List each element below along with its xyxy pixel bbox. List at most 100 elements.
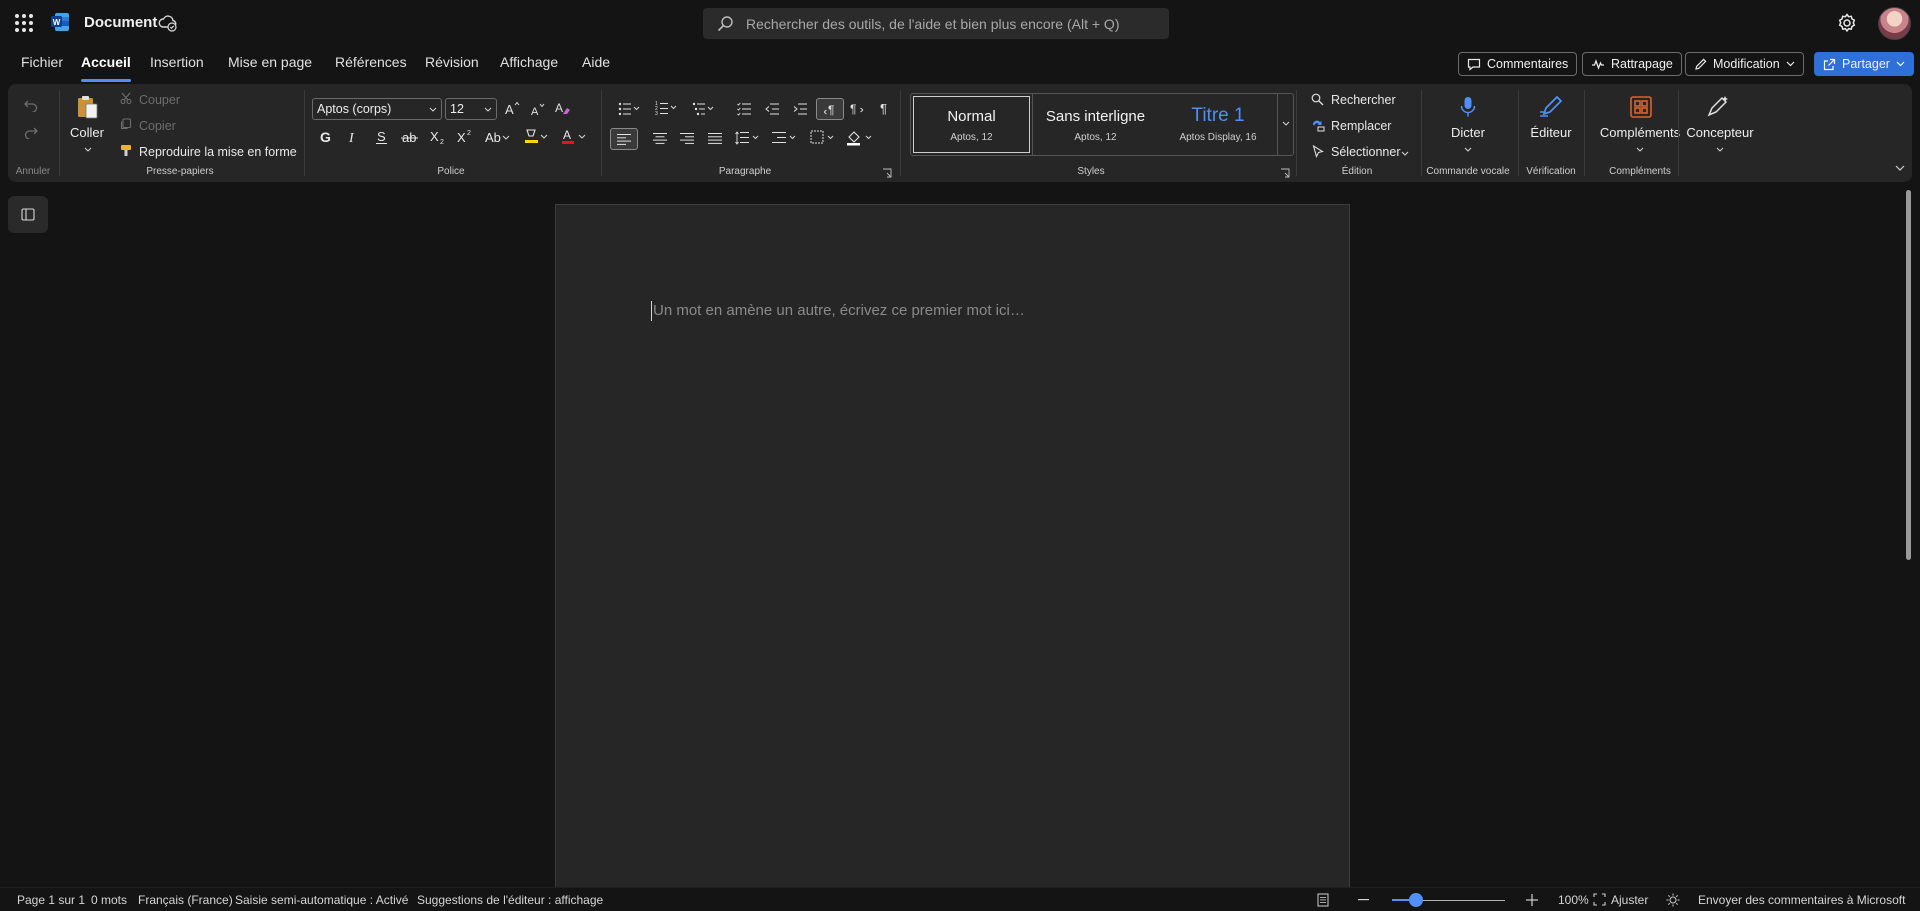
- navigation-pane-button[interactable]: [8, 196, 48, 233]
- dictate-label[interactable]: Dicter: [1451, 125, 1485, 140]
- editor-label[interactable]: Éditeur: [1530, 125, 1571, 140]
- zoom-out-icon[interactable]: [1358, 899, 1369, 901]
- increase-indent-icon[interactable]: [793, 102, 808, 116]
- tab-accueil[interactable]: Accueil: [81, 54, 131, 82]
- redo-icon[interactable]: [24, 126, 38, 139]
- chevron-down-icon[interactable]: [1401, 151, 1409, 156]
- styles-more-button[interactable]: [1277, 93, 1293, 156]
- copy-icon[interactable]: [120, 118, 132, 130]
- strikethrough-icon[interactable]: ab: [401, 129, 419, 145]
- rtl-paragraph-icon[interactable]: ¶: [850, 101, 864, 115]
- tab-aide[interactable]: Aide: [582, 54, 610, 70]
- paste-icon[interactable]: [76, 94, 100, 120]
- feedback-link[interactable]: Envoyer des commentaires à Microsoft: [1698, 893, 1905, 907]
- styles-dialog-launcher-icon[interactable]: [1280, 168, 1290, 178]
- catchup-button[interactable]: Rattrapage: [1582, 52, 1682, 76]
- document-page[interactable]: Un mot en amène un autre, écrivez ce pre…: [555, 204, 1350, 904]
- cloud-saved-icon[interactable]: [158, 14, 178, 32]
- subscript-icon[interactable]: X2: [429, 129, 447, 145]
- underline-icon[interactable]: S: [375, 129, 389, 145]
- checklist-icon[interactable]: [737, 102, 752, 116]
- document-name[interactable]: Document: [84, 14, 157, 31]
- tab-mise-en-page[interactable]: Mise en page: [228, 54, 312, 70]
- borders-icon[interactable]: [810, 130, 836, 145]
- fit-label[interactable]: Ajuster: [1611, 893, 1648, 907]
- designer-icon[interactable]: [1706, 94, 1730, 118]
- comments-button[interactable]: Commentaires: [1458, 52, 1578, 76]
- superscript-icon[interactable]: X2: [456, 129, 474, 145]
- chevron-down-icon[interactable]: [1464, 147, 1472, 152]
- add-ins-icon[interactable]: [1630, 96, 1652, 118]
- zoom-in-icon[interactable]: [1526, 894, 1538, 906]
- vertical-scrollbar[interactable]: [1906, 190, 1911, 560]
- font-color-icon[interactable]: A: [561, 128, 587, 146]
- cut-label[interactable]: Couper: [139, 93, 180, 107]
- document-placeholder[interactable]: Un mot en amène un autre, écrivez ce pre…: [653, 302, 1025, 319]
- tab-references[interactable]: Références: [335, 54, 407, 70]
- word-count[interactable]: 0 mots: [91, 893, 127, 907]
- paragraph-dialog-launcher-icon[interactable]: [882, 168, 892, 178]
- style-heading-1[interactable]: Titre 1 Aptos Display, 16: [1159, 94, 1277, 155]
- numbering-icon[interactable]: 123: [655, 101, 677, 116]
- microphone-icon[interactable]: [1460, 96, 1476, 118]
- find-label[interactable]: Rechercher: [1331, 93, 1396, 107]
- undo-icon[interactable]: [24, 99, 38, 112]
- fit-icon[interactable]: [1593, 893, 1606, 906]
- find-icon[interactable]: [1311, 93, 1324, 106]
- designer-label[interactable]: Concepteur: [1686, 125, 1753, 140]
- language-status[interactable]: Français (France): [138, 893, 233, 907]
- shrink-font-icon[interactable]: A: [530, 102, 546, 117]
- italic-icon[interactable]: I: [347, 129, 361, 145]
- editing-mode-button[interactable]: Modification: [1685, 52, 1804, 76]
- user-avatar[interactable]: [1878, 7, 1911, 40]
- select-arrow-icon[interactable]: [1312, 145, 1324, 158]
- format-painter-label[interactable]: Reproduire la mise en forme: [139, 145, 297, 159]
- chevron-down-icon[interactable]: [84, 147, 92, 152]
- chevron-down-icon[interactable]: [1636, 147, 1644, 152]
- zoom-level[interactable]: 100%: [1558, 893, 1589, 907]
- font-name-select[interactable]: Aptos (corps): [312, 98, 442, 120]
- style-normal[interactable]: Normal Aptos, 12: [911, 94, 1032, 155]
- editor-pen-icon[interactable]: [1538, 94, 1564, 118]
- tab-revision[interactable]: Révision: [425, 54, 479, 70]
- bullets-icon[interactable]: [618, 102, 640, 116]
- line-spacing-icon[interactable]: [735, 131, 761, 145]
- tab-insertion[interactable]: Insertion: [150, 54, 204, 70]
- format-painter-icon[interactable]: [120, 144, 132, 157]
- search-box[interactable]: Rechercher des outils, de l'aide et bien…: [703, 8, 1169, 39]
- share-button[interactable]: Partager: [1814, 52, 1914, 76]
- add-ins-label[interactable]: Compléments: [1600, 125, 1680, 140]
- align-right-icon[interactable]: [680, 133, 694, 144]
- app-launcher-icon[interactable]: [13, 12, 35, 34]
- font-size-select[interactable]: 12: [445, 98, 497, 120]
- collapse-ribbon-chevron-icon[interactable]: [1895, 165, 1905, 171]
- multilevel-list-icon[interactable]: [692, 102, 714, 116]
- shading-icon[interactable]: [846, 129, 874, 146]
- style-no-spacing[interactable]: Sans interligne Aptos, 12: [1032, 94, 1158, 155]
- tab-fichier[interactable]: Fichier: [21, 54, 63, 70]
- align-left-button[interactable]: [610, 128, 638, 150]
- chevron-down-icon[interactable]: [1716, 147, 1724, 152]
- justify-icon[interactable]: [708, 133, 722, 144]
- decrease-indent-icon[interactable]: [765, 102, 780, 116]
- brightness-icon[interactable]: [1666, 893, 1680, 907]
- align-center-icon[interactable]: [653, 133, 667, 144]
- clear-formatting-icon[interactable]: A: [554, 100, 571, 116]
- grow-font-icon[interactable]: A: [504, 100, 520, 116]
- change-case-icon[interactable]: Ab: [485, 129, 511, 145]
- print-layout-icon[interactable]: [1317, 893, 1329, 907]
- cut-icon[interactable]: [120, 92, 132, 104]
- replace-icon[interactable]: [1311, 119, 1325, 132]
- show-paragraph-marks-icon[interactable]: ¶: [879, 101, 891, 115]
- zoom-slider-thumb[interactable]: [1409, 893, 1423, 907]
- paragraph-spacing-icon[interactable]: [772, 131, 798, 145]
- page-count[interactable]: Page 1 sur 1: [17, 893, 85, 907]
- copy-label[interactable]: Copier: [139, 119, 176, 133]
- settings-gear-icon[interactable]: [1837, 13, 1857, 33]
- tab-affichage[interactable]: Affichage: [500, 54, 558, 70]
- bold-icon[interactable]: G: [319, 129, 333, 145]
- highlight-color-icon[interactable]: [523, 128, 549, 146]
- select-label[interactable]: Sélectionner: [1331, 145, 1401, 159]
- ltr-paragraph-button[interactable]: ¶: [816, 98, 844, 120]
- replace-label[interactable]: Remplacer: [1331, 119, 1391, 133]
